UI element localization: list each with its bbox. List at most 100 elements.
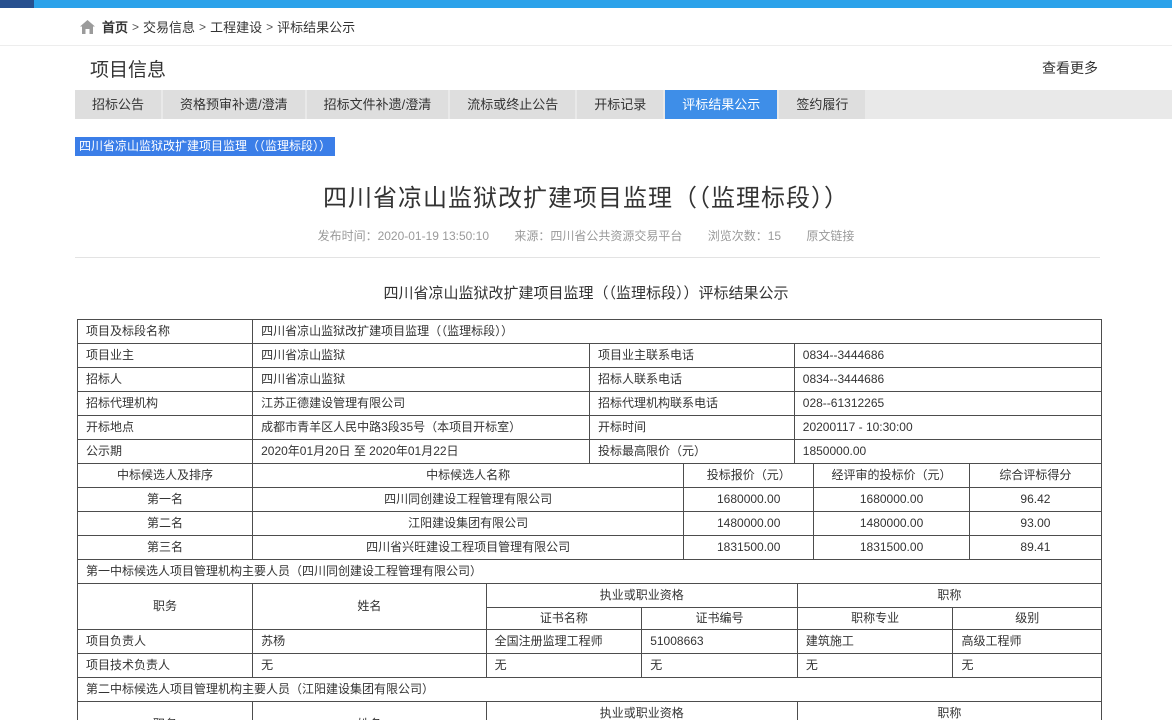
column-header: 执业或职业资格 — [486, 584, 797, 608]
project-link-highlighted[interactable]: 四川省凉山监狱改扩建项目监理（（监理标段）） — [75, 137, 335, 156]
cell: 2020年01月20日 至 2020年01月22日 — [253, 440, 590, 464]
article-meta: 发布时间：2020-01-19 13:50:10 来源：四川省公共资源交易平台 … — [0, 227, 1172, 244]
cell: 公示期 — [78, 440, 253, 464]
table-row: 第三名四川省兴旺建设工程项目管理有限公司1831500.001831500.00… — [78, 536, 1102, 560]
column-header: 执业或职业资格 — [486, 702, 797, 720]
cell: 第三名 — [78, 536, 253, 560]
tab-4[interactable]: 流标或终止公告 — [450, 90, 575, 119]
cell: 建筑施工 — [797, 630, 953, 654]
selected-link-row: 四川省凉山监狱改扩建项目监理（（监理标段）） — [75, 137, 1172, 156]
cell: 1680000.00 — [814, 488, 970, 512]
cell: 招标人 — [78, 368, 253, 392]
cell: 20200117 - 10:30:00 — [794, 416, 1101, 440]
column-header: 职务 — [78, 584, 253, 630]
table-row: 开标地点成都市青羊区人民中路3段35号（本项目开标室）开标时间20200117 … — [78, 416, 1102, 440]
cell: 89.41 — [969, 536, 1101, 560]
cell: 成都市青羊区人民中路3段35号（本项目开标室） — [253, 416, 590, 440]
table-row: 项目及标段名称四川省凉山监狱改扩建项目监理（（监理标段）） — [78, 320, 1102, 344]
cell: 江阳建设集团有限公司 — [253, 512, 684, 536]
table-row: 项目技术负责人无无无无无 — [78, 654, 1102, 678]
view-count: 浏览次数：15 — [708, 229, 781, 243]
project-info-table: 项目及标段名称四川省凉山监狱改扩建项目监理（（监理标段））项目业主四川省凉山监狱… — [77, 319, 1102, 464]
breadcrumb-item-3[interactable]: 工程建设 — [210, 17, 262, 36]
cell: 1480000.00 — [814, 512, 970, 536]
cell: 1831500.00 — [814, 536, 970, 560]
source: 来源：四川省公共资源交易平台 — [514, 229, 682, 243]
home-icon[interactable] — [80, 20, 95, 34]
tab-bar: 招标公告资格预审补遗/澄清招标文件补遗/澄清流标或终止公告开标记录评标结果公示签… — [75, 90, 1172, 119]
cell: 江苏正德建设管理有限公司 — [253, 392, 590, 416]
table-row: 项目业主四川省凉山监狱项目业主联系电话0834--3444686 — [78, 344, 1102, 368]
cell: 0834--3444686 — [794, 368, 1101, 392]
column-header: 经评审的投标价（元） — [814, 464, 970, 488]
cell: 项目及标段名称 — [78, 320, 253, 344]
cell: 项目负责人 — [78, 630, 253, 654]
cell: 无 — [486, 654, 642, 678]
cell: 1831500.00 — [684, 536, 814, 560]
cell: 高级工程师 — [953, 630, 1102, 654]
table-row: 招标代理机构江苏正德建设管理有限公司招标代理机构联系电话028--6131226… — [78, 392, 1102, 416]
cell: 四川省凉山监狱 — [253, 368, 590, 392]
tab-5[interactable]: 开标记录 — [577, 90, 663, 119]
top-accent-corner — [0, 0, 34, 8]
section-title: 第一中标候选人项目管理机构主要人员（四川同创建设工程管理有限公司） — [78, 560, 1102, 584]
top-accent-bar — [0, 0, 1172, 8]
column-header: 证书编号 — [642, 608, 798, 630]
cell: 第一名 — [78, 488, 253, 512]
table-row: 职务姓名执业或职业资格职称 — [78, 584, 1102, 608]
publish-time: 发布时间：2020-01-19 13:50:10 — [318, 229, 489, 243]
cell: 招标代理机构 — [78, 392, 253, 416]
cell: 投标最高限价（元） — [589, 440, 794, 464]
cell: 96.42 — [969, 488, 1101, 512]
cell: 无 — [953, 654, 1102, 678]
table-row: 中标候选人及排序中标候选人名称投标报价（元）经评审的投标价（元）综合评标得分 — [78, 464, 1102, 488]
cell: 项目业主 — [78, 344, 253, 368]
cell: 93.00 — [969, 512, 1101, 536]
tab-3[interactable]: 招标文件补遗/澄清 — [307, 90, 449, 119]
cell: 028--61312265 — [794, 392, 1101, 416]
breadcrumb-separator: > — [132, 20, 139, 34]
cell: 1850000.00 — [794, 440, 1101, 464]
section-title: 第二中标候选人项目管理机构主要人员（江阳建设集团有限公司） — [78, 678, 1102, 702]
cell: 项目技术负责人 — [78, 654, 253, 678]
tab-2[interactable]: 资格预审补遗/澄清 — [163, 90, 305, 119]
column-header: 职称 — [797, 702, 1101, 720]
original-link[interactable]: 原文链接 — [806, 229, 854, 243]
table-row: 职务姓名执业或职业资格职称 — [78, 702, 1102, 720]
cell: 招标人联系电话 — [589, 368, 794, 392]
view-more-link[interactable]: 查看更多 — [1042, 58, 1098, 78]
column-header: 中标候选人名称 — [253, 464, 684, 488]
column-header: 职称 — [797, 584, 1101, 608]
column-header: 中标候选人及排序 — [78, 464, 253, 488]
table-row: 项目负责人苏杨全国注册监理工程师51008663建筑施工高级工程师 — [78, 630, 1102, 654]
cell: 51008663 — [642, 630, 798, 654]
tab-6-active[interactable]: 评标结果公示 — [665, 90, 777, 119]
cell: 四川省凉山监狱改扩建项目监理（（监理标段）） — [253, 320, 1102, 344]
breadcrumb-item-1[interactable]: 首页 — [102, 17, 128, 36]
divider — [75, 257, 1100, 258]
page-header: 项目信息 查看更多 — [0, 45, 1172, 90]
breadcrumb-item-2[interactable]: 交易信息 — [143, 17, 195, 36]
tab-1[interactable]: 招标公告 — [75, 90, 161, 119]
cell: 开标地点 — [78, 416, 253, 440]
column-header: 姓名 — [253, 584, 486, 630]
table-row: 第二中标候选人项目管理机构主要人员（江阳建设集团有限公司） — [78, 678, 1102, 702]
cell: 四川省兴旺建设工程项目管理有限公司 — [253, 536, 684, 560]
column-header: 姓名 — [253, 702, 486, 720]
table-row: 第一名四川同创建设工程管理有限公司1680000.001680000.0096.… — [78, 488, 1102, 512]
document-title: 四川省凉山监狱改扩建项目监理（（监理标段））评标结果公示 — [0, 282, 1172, 303]
cell: 项目业主联系电话 — [589, 344, 794, 368]
cell: 1680000.00 — [684, 488, 814, 512]
cell: 无 — [797, 654, 953, 678]
cell: 苏杨 — [253, 630, 486, 654]
table-row: 第二名江阳建设集团有限公司1480000.001480000.0093.00 — [78, 512, 1102, 536]
tab-7[interactable]: 签约履行 — [779, 90, 865, 119]
table-row: 公示期2020年01月20日 至 2020年01月22日投标最高限价（元）185… — [78, 440, 1102, 464]
bid-candidates-table: 中标候选人及排序中标候选人名称投标报价（元）经评审的投标价（元）综合评标得分第一… — [77, 463, 1102, 560]
cell: 无 — [253, 654, 486, 678]
table-row: 招标人四川省凉山监狱招标人联系电话0834--3444686 — [78, 368, 1102, 392]
breadcrumb-separator: > — [199, 20, 206, 34]
cell: 无 — [642, 654, 798, 678]
article-title: 四川省凉山监狱改扩建项目监理（（监理标段）） — [0, 178, 1172, 213]
column-header: 职称专业 — [797, 608, 953, 630]
